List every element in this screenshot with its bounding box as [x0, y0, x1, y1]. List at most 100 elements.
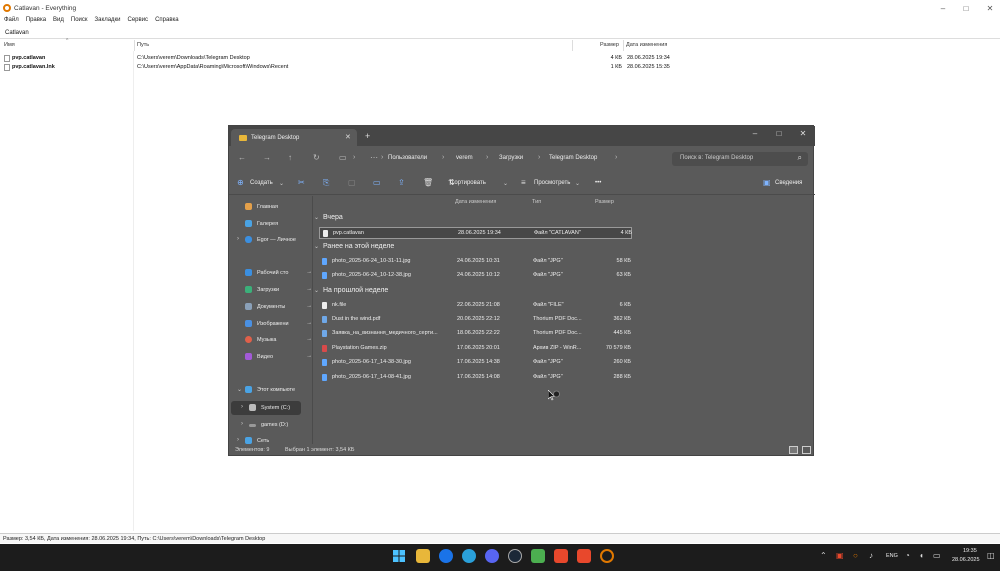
result-row[interactable]: pvp.catlavan.lnk C:\Users\verem\AppData\… — [0, 64, 680, 73]
wifi-icon[interactable]: ◔ — [905, 551, 910, 560]
column-header-size[interactable]: Размер — [595, 199, 614, 205]
clock-time[interactable]: 19:35 — [963, 548, 977, 554]
sort-button[interactable]: Сортировать — [450, 180, 486, 186]
menu-help[interactable]: Справка — [155, 17, 179, 27]
maximize-icon[interactable]: □ — [772, 129, 786, 138]
file-row[interactable]: photo_2025-06-17_14-08-41.jpg 17.06.2025… — [319, 372, 632, 384]
chevron-right-icon[interactable]: › — [241, 404, 243, 410]
file-row[interactable]: pvp.catlavan 28.06.2025 19:34 Файл "CATL… — [319, 227, 632, 239]
maximize-icon[interactable]: □ — [959, 4, 973, 13]
column-divider[interactable] — [572, 40, 573, 51]
file-explorer-taskbar-icon[interactable] — [416, 549, 430, 563]
breadcrumb-downloads[interactable]: Загрузки — [499, 155, 523, 161]
pin-icon: ⊸ — [307, 337, 312, 343]
column-header-name[interactable]: Имя — [4, 42, 15, 48]
create-button[interactable]: Создать — [250, 180, 273, 186]
minecraft-taskbar-icon[interactable] — [531, 549, 545, 563]
tray-app-icon[interactable]: ▣ — [836, 551, 844, 560]
share-icon[interactable]: ⇪ — [398, 178, 405, 187]
clock-date[interactable]: 28.06.2025 — [952, 557, 980, 563]
chevron-right-icon[interactable]: › — [237, 236, 239, 242]
up-icon[interactable]: ↑ — [288, 153, 292, 162]
rename-icon[interactable]: ▭ — [373, 178, 381, 187]
delete-icon[interactable]: 🗑 — [423, 178, 433, 187]
chevron-right-icon[interactable]: › — [237, 437, 239, 443]
monitor-icon[interactable]: ▭ — [339, 153, 347, 162]
file-row[interactable]: nk.file 22.06.2025 21:08 Файл "FILE" 6 К… — [319, 300, 632, 312]
tray-everything-icon[interactable]: ○ — [853, 551, 858, 560]
column-divider[interactable] — [134, 40, 135, 51]
details-button[interactable]: Сведения — [775, 180, 802, 186]
file-row[interactable]: photo_2025-06-17_14-38-30.jpg 17.06.2025… — [319, 357, 632, 369]
menu-view[interactable]: Вид — [53, 17, 64, 27]
telegram-taskbar-icon[interactable] — [462, 549, 476, 563]
minimize-icon[interactable]: – — [936, 4, 950, 13]
view-button[interactable]: Просмотреть — [534, 180, 570, 186]
volume-icon[interactable]: ◖ — [919, 551, 924, 560]
file-size: 288 КБ — [613, 374, 631, 380]
file-row[interactable]: Dust in the wind.pdf 20.06.2025 22:12 Th… — [319, 314, 632, 326]
menu-bookmarks[interactable]: Закладки — [95, 17, 121, 27]
file-type: Thorium PDF Doc... — [533, 330, 582, 336]
menu-edit[interactable]: Правка — [26, 17, 46, 27]
microphone-icon[interactable]: ♪ — [869, 551, 873, 560]
explorer-search-input[interactable]: Поиск в: Telegram Desktop ⌕ — [672, 152, 808, 166]
refresh-icon[interactable]: ↻ — [313, 153, 320, 162]
chevron-down-icon[interactable]: ⌄ — [237, 386, 242, 393]
more-icon[interactable]: ••• — [595, 180, 601, 186]
chevron-up-icon[interactable]: ⌃ — [820, 551, 827, 560]
everything-taskbar-icon[interactable] — [600, 549, 614, 563]
browser-taskbar-icon[interactable] — [439, 549, 453, 563]
breadcrumb-telegram[interactable]: Telegram Desktop — [549, 155, 597, 161]
group-label: На прошлой неделе — [323, 287, 389, 294]
drive-icon — [249, 424, 256, 427]
file-row[interactable]: photo_2025-06-24_10-12-38.jpg 24.06.2025… — [319, 270, 632, 282]
column-header-date[interactable]: Дата изменения — [626, 42, 667, 48]
cut-icon[interactable]: ✂ — [298, 178, 305, 187]
menu-search[interactable]: Поиск — [71, 17, 88, 27]
menu-tools[interactable]: Сервис — [128, 17, 149, 27]
close-icon[interactable]: ✕ — [983, 4, 997, 13]
file-row[interactable]: Playstation Games.zip 17.06.2025 20:01 А… — [319, 343, 632, 355]
column-header-type[interactable]: Тип — [532, 199, 541, 205]
chevron-right-icon: › — [442, 154, 445, 161]
details-view-icon[interactable] — [789, 446, 798, 454]
file-list: Дата изменения Тип Размер ⌄ Вчера pvp.ca… — [314, 196, 809, 444]
paste-icon[interactable]: ▢ — [348, 178, 356, 187]
discord-taskbar-icon[interactable] — [485, 549, 499, 563]
copy-icon[interactable]: ⎘ — [323, 178, 329, 188]
menu-file[interactable]: Файл — [4, 17, 19, 27]
forward-icon[interactable]: → — [263, 153, 271, 162]
tiles-view-icon[interactable] — [802, 446, 811, 454]
column-header-path[interactable]: Путь — [137, 42, 149, 48]
breadcrumb-verem[interactable]: verem — [456, 155, 473, 161]
explorer-tab[interactable]: Telegram Desktop ✕ — [231, 129, 357, 146]
notification-icon[interactable]: ◫ — [987, 551, 995, 560]
breadcrumb-users[interactable]: Пользователи — [388, 155, 427, 161]
result-row[interactable]: pvp.catlavan C:\Users\verem\Downloads\Te… — [0, 55, 680, 64]
everything-titlebar: Catlavan - Everything – □ ✕ — [0, 0, 1000, 17]
file-date: 20.06.2025 22:12 — [457, 316, 500, 322]
column-header-size[interactable]: Размер — [600, 42, 619, 48]
file-row[interactable]: photo_2025-06-24_10-31-11.jpg 24.06.2025… — [319, 256, 632, 268]
new-tab-icon[interactable]: + — [365, 131, 370, 141]
search-input[interactable]: Catlavan — [0, 28, 1000, 39]
back-icon[interactable]: ← — [238, 153, 246, 162]
pane-divider[interactable] — [312, 196, 313, 444]
language-indicator[interactable]: ENG — [886, 553, 898, 559]
file-type: Файл "JPG" — [533, 374, 563, 380]
column-header-date[interactable]: Дата изменения — [455, 199, 496, 205]
more-locations-icon[interactable]: ⋯ — [370, 153, 378, 162]
file-row[interactable]: Заявка_на_визнання_медичного_серти... 18… — [319, 328, 632, 340]
start-icon[interactable] — [392, 549, 406, 563]
chevron-right-icon[interactable]: › — [241, 421, 243, 427]
search-placeholder: Поиск в: Telegram Desktop — [680, 155, 754, 161]
steam-taskbar-icon[interactable] — [508, 549, 522, 563]
tab-close-icon[interactable]: ✕ — [345, 133, 351, 141]
close-icon[interactable]: ✕ — [796, 129, 810, 138]
app-taskbar-icon[interactable] — [554, 549, 568, 563]
column-divider[interactable] — [623, 40, 624, 51]
app-taskbar-icon[interactable] — [577, 549, 591, 563]
battery-icon[interactable]: ▭ — [933, 551, 941, 560]
minimize-icon[interactable]: – — [748, 129, 762, 138]
